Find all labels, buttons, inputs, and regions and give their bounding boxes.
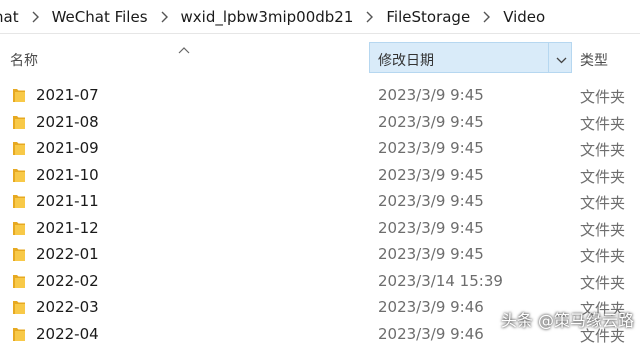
file-name[interactable]: 2022-04	[36, 325, 99, 343]
file-date-modified: 2023/3/9 9:45	[378, 166, 484, 184]
breadcrumb-item-wechat[interactable]: hat	[0, 8, 23, 26]
file-type: 文件夹	[580, 86, 625, 107]
file-date-modified: 2023/3/9 9:45	[378, 192, 484, 210]
file-type: 文件夹	[580, 219, 625, 240]
column-divider	[548, 43, 549, 72]
list-item[interactable]: 2021-07 2023/3/9 9:45 文件夹	[0, 82, 640, 109]
file-date-modified: 2023/3/14 15:39	[378, 272, 503, 290]
file-name[interactable]: 2021-09	[36, 139, 99, 157]
list-item[interactable]: 2021-11 2023/3/9 9:45 文件夹	[0, 188, 640, 215]
column-header-row: 名称 修改日期 类型	[0, 42, 640, 73]
list-item[interactable]: 2022-02 2023/3/14 15:39 文件夹	[0, 268, 640, 295]
list-item[interactable]: 2021-10 2023/3/9 9:45 文件夹	[0, 162, 640, 189]
address-bar[interactable]: hat WeChat Files wxid_lpbw3mip00db21 Fil…	[0, 0, 640, 34]
file-date-modified: 2023/3/9 9:45	[378, 219, 484, 237]
file-type: 文件夹	[580, 113, 625, 134]
file-type: 文件夹	[580, 245, 625, 266]
folder-icon	[12, 247, 26, 266]
breadcrumb-item-wxid[interactable]: wxid_lpbw3mip00db21	[177, 8, 358, 26]
file-name[interactable]: 2021-12	[36, 219, 99, 237]
chevron-right-icon[interactable]	[152, 11, 177, 23]
file-date-modified: 2023/3/9 9:45	[378, 245, 484, 263]
file-date-modified: 2023/3/9 9:45	[378, 139, 484, 157]
file-name[interactable]: 2022-01	[36, 245, 99, 263]
file-date-modified: 2023/3/9 9:46	[378, 325, 484, 343]
folder-icon	[12, 88, 26, 107]
file-name[interactable]: 2021-08	[36, 113, 99, 131]
chevron-right-icon[interactable]	[474, 11, 499, 23]
folder-icon	[12, 221, 26, 240]
folder-icon	[12, 168, 26, 187]
column-header-name[interactable]: 名称	[10, 50, 38, 70]
column-header-date-modified[interactable]: 修改日期	[369, 42, 572, 73]
file-name[interactable]: 2021-10	[36, 166, 99, 184]
sort-ascending-icon	[178, 42, 190, 58]
chevron-right-icon[interactable]	[357, 11, 382, 23]
file-name[interactable]: 2021-11	[36, 192, 99, 210]
folder-icon	[12, 141, 26, 160]
chevron-down-icon[interactable]	[556, 52, 567, 68]
folder-icon	[12, 194, 26, 213]
breadcrumb-item-filestorage[interactable]: FileStorage	[382, 8, 474, 26]
column-header-date-label: 修改日期	[378, 50, 434, 70]
file-type: 文件夹	[580, 192, 625, 213]
breadcrumb-item-video[interactable]: Video	[499, 8, 549, 26]
list-item[interactable]: 2021-08 2023/3/9 9:45 文件夹	[0, 109, 640, 136]
file-type: 文件夹	[580, 166, 625, 187]
chevron-right-icon[interactable]	[23, 11, 48, 23]
folder-icon	[12, 327, 26, 346]
folder-icon	[12, 274, 26, 293]
breadcrumb-item-wechat-files[interactable]: WeChat Files	[48, 8, 152, 26]
list-item[interactable]: 2021-12 2023/3/9 9:45 文件夹	[0, 215, 640, 242]
file-date-modified: 2023/3/9 9:45	[378, 113, 484, 131]
file-name[interactable]: 2021-07	[36, 86, 99, 104]
file-name[interactable]: 2022-03	[36, 298, 99, 316]
file-type: 文件夹	[580, 272, 625, 293]
list-item[interactable]: 2022-01 2023/3/9 9:45 文件夹	[0, 241, 640, 268]
column-header-type[interactable]: 类型	[580, 50, 608, 70]
file-date-modified: 2023/3/9 9:45	[378, 86, 484, 104]
file-date-modified: 2023/3/9 9:46	[378, 298, 484, 316]
watermark-text: 头条 @策马缘云路	[501, 307, 634, 331]
folder-icon	[12, 300, 26, 319]
folder-icon	[12, 115, 26, 134]
file-name[interactable]: 2022-02	[36, 272, 99, 290]
file-type: 文件夹	[580, 139, 625, 160]
list-item[interactable]: 2021-09 2023/3/9 9:45 文件夹	[0, 135, 640, 162]
